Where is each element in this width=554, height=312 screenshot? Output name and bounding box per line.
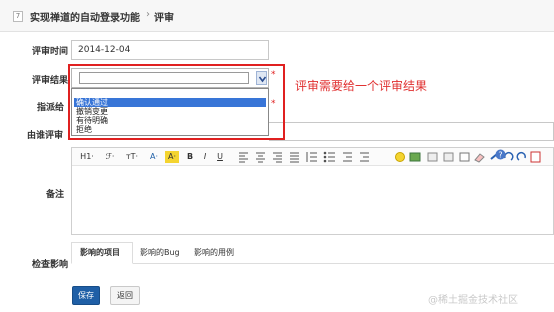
- font-color-button[interactable]: A·: [147, 151, 161, 163]
- heading-button[interactable]: H1·: [78, 151, 96, 163]
- save-button[interactable]: 保存: [72, 286, 100, 305]
- page-title: 评审: [154, 13, 174, 24]
- comment-editor[interactable]: H1· ℱ· тT· A· A· B I U: [71, 147, 554, 235]
- align-left-icon: [239, 152, 248, 163]
- unordered-list-icon: [323, 151, 335, 163]
- about-icon[interactable]: ?: [495, 149, 506, 160]
- reviewed-by-label: 由谁评审: [27, 131, 64, 141]
- code-icon: [443, 152, 454, 162]
- indent-icon: [360, 152, 369, 162]
- fullscreen-icon: [530, 151, 541, 163]
- story-title[interactable]: 实现禅道的自动登录功能: [30, 9, 140, 24]
- ordered-list-icon: [306, 152, 317, 162]
- font-family-button[interactable]: ℱ·: [101, 151, 119, 163]
- underline-button[interactable]: U: [215, 151, 225, 163]
- tab-affected-projects[interactable]: 影响的项目: [80, 247, 120, 258]
- comment-label: 备注: [46, 190, 65, 200]
- annotation-text: 评审需要给一个评审结果: [295, 79, 428, 93]
- tab-divider: [71, 263, 554, 264]
- assigned-to-label: 指派给: [37, 103, 65, 113]
- svg-text:?: ?: [498, 150, 502, 159]
- font-size-button[interactable]: тT·: [122, 151, 142, 163]
- back-button[interactable]: 返回: [110, 286, 140, 305]
- review-date-label: 评审时间: [32, 47, 69, 57]
- outdent-icon: [343, 152, 352, 162]
- review-result-label: 评审结果: [32, 76, 69, 86]
- reviewed-by-input[interactable]: [269, 122, 554, 141]
- redo-icon: [516, 151, 526, 161]
- highlight-color-button[interactable]: A·: [165, 151, 179, 163]
- italic-button[interactable]: I: [200, 151, 210, 163]
- breadcrumb-separator: ›: [146, 9, 150, 20]
- highlight-box: [68, 64, 285, 140]
- impact-label: 检查影响: [32, 260, 69, 270]
- align-right-icon: [273, 152, 282, 163]
- eraser-icon: [474, 153, 485, 163]
- tab-affected-cases[interactable]: 影响的用例: [194, 247, 234, 258]
- table-icon: [459, 152, 470, 162]
- image-icon: [409, 152, 421, 162]
- emoticon-icon: [395, 152, 405, 162]
- bold-button[interactable]: B: [185, 151, 195, 163]
- align-justify-icon: [290, 152, 299, 163]
- editor-toolbar: H1· ℱ· тT· A· A· B I U: [72, 148, 553, 166]
- watermark: @稀土掘金技术社区: [428, 295, 518, 306]
- review-date-input[interactable]: 2014-12-04: [71, 40, 269, 60]
- flash-icon: [427, 152, 438, 162]
- page-header: 7 实现禅道的自动登录功能 › 评审: [0, 0, 554, 32]
- story-id-badge: 7: [13, 11, 23, 22]
- tab-affected-bugs[interactable]: 影响的Bug: [140, 247, 180, 258]
- align-center-icon: [256, 152, 265, 163]
